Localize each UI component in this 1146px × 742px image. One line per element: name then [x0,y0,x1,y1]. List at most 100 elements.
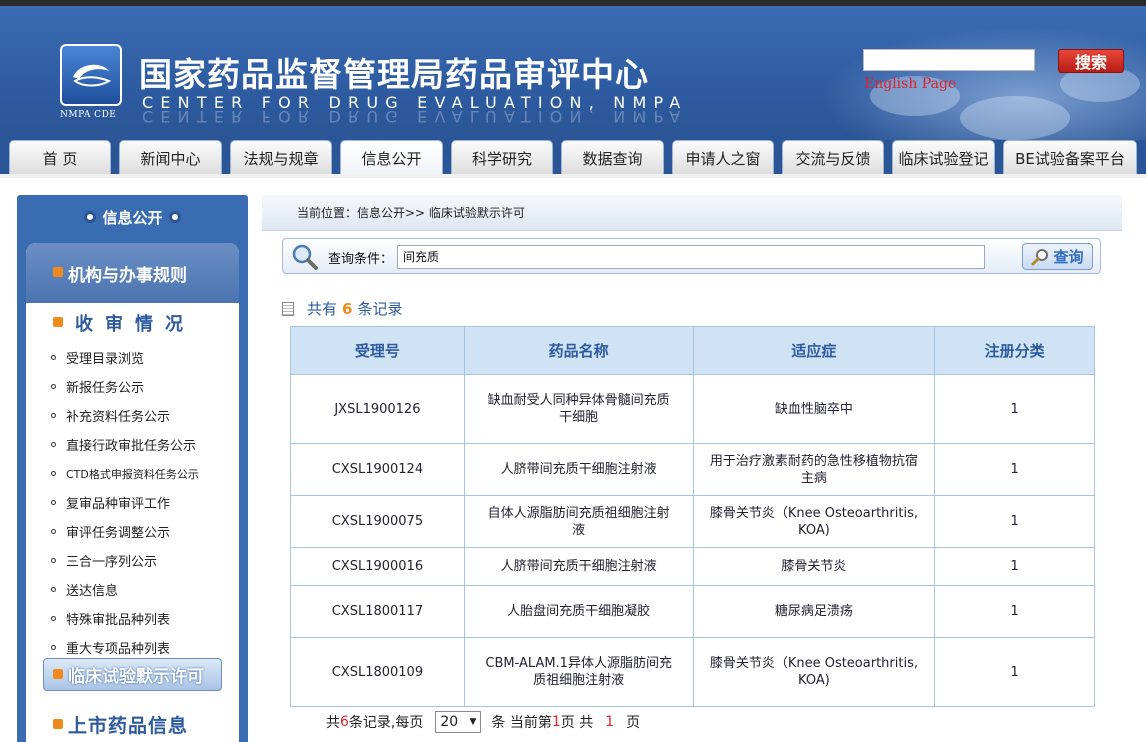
pager-text: 条 当前第 [491,715,552,731]
dropdown-arrow-icon: ▼ [469,717,477,727]
sidebar-item-label: 新报任务公示 [66,381,145,396]
cell-accept-no: CXSL1800109 [290,637,465,707]
sidebar-item-label: 直接行政审批任务公示 [66,439,197,454]
magnifier-icon [1031,248,1049,265]
sidebar-section-review[interactable]: 收审情况 [26,303,239,343]
per-page-value: 20 [440,714,459,730]
per-page-select[interactable]: 20 ▼ [435,711,482,733]
circle-bullet-icon [51,471,56,476]
cell-category: 1 [934,443,1095,496]
logo-text: NMPA CDE [60,110,117,120]
site-search-button[interactable]: 搜索 [1058,49,1124,73]
table-row[interactable]: CXSL1800109 CBM-ALAM.1异体人源脂肪间充质祖细胞注射液 膝骨… [290,637,1095,707]
nav-tab-data-query[interactable]: 数据查询 [561,140,664,176]
sidebar-item[interactable]: CTD格式申报资料任务公示 [26,459,239,488]
site-title-en-reflection: CENTER FOR DRUG EVALUATION, NMPA [142,107,688,126]
sidebar-panel: 机构与办事规则 收审情况 受理目录浏览 新报任务公示 补充资料任务公示 直接行政… [26,243,239,742]
sidebar-section-marketed-drugs[interactable]: 上市药品信息 [53,711,188,738]
sidebar-item-label: 特殊审批品种列表 [66,613,171,628]
english-page-link[interactable]: English Page [864,76,956,92]
rss-icon [53,718,63,729]
table-row[interactable]: CXSL1900075 自体人源脂肪间充质祖细胞注射液 膝骨关节炎（Knee O… [290,495,1095,548]
cell-accept-no: JXSL1900126 [290,374,465,444]
column-header-drug-name: 药品名称 [463,326,694,375]
pill-decoration [960,96,1070,140]
sidebar-item-label: 受理目录浏览 [66,352,145,367]
sidebar-item[interactable]: 审评任务调整公示 [26,517,239,546]
cell-drug-name: 人脐带间充质干细胞注射液 [463,547,694,586]
query-input[interactable]: 间充质 [397,245,985,269]
sidebar-item-label: 三合一序列公示 [66,555,158,570]
cell-drug-name: 缺血耐受人同种异体骨髓间充质干细胞 [463,374,694,444]
sidebar-title: 信息公开 [102,208,163,227]
sidebar: 信息公开 机构与办事规则 收审情况 受理目录浏览 新报任务公示 补充资料任务公示… [17,195,248,742]
pager-text: 页 [626,715,641,731]
pager-text: 共 [326,715,340,731]
site-header: NMPA CDE 国家药品监督管理局药品审评中心 CENTER FOR DRUG… [0,6,1146,140]
sidebar-item-label: 送达信息 [66,584,119,599]
breadcrumb: 当前位置：信息公开>> 临床试验默示许可 [262,195,1122,231]
sidebar-item[interactable]: 受理目录浏览 [26,343,239,372]
site-title-cn: 国家药品监督管理局药品审评中心 [139,55,649,94]
sidebar-item[interactable]: 三合一序列公示 [26,546,239,575]
cell-accept-no: CXSL1900016 [290,547,465,586]
sidebar-item[interactable]: 送达信息 [26,575,239,604]
count-number: 6 [342,299,353,318]
sidebar-section-label: 收审情况 [75,314,195,335]
count-suffix: 条记录 [357,300,403,318]
cell-accept-no: CXSL1800117 [290,585,465,638]
rss-icon [53,668,63,679]
pager-text: 页 共 [560,715,594,731]
table-row[interactable]: CXSL1900016 人脐带间充质干细胞注射液 膝骨关节炎 1 [290,547,1095,586]
table-row[interactable]: CXSL1800117 人胎盘间充质干细胞凝胶 糖尿病足溃疡 1 [290,585,1095,638]
table-row[interactable]: JXSL1900126 缺血耐受人同种异体骨髓间充质干细胞 缺血性脑卒中 1 [290,374,1095,444]
nav-tab-regulations[interactable]: 法规与规章 [230,140,332,176]
sidebar-item-label: CTD格式申报资料任务公示 [66,467,199,481]
cell-indication: 膝骨关节炎（Knee Osteoarthritis, KOA) [692,637,936,707]
document-icon [282,301,294,316]
cell-accept-no: CXSL1900124 [290,443,465,496]
nav-tab-research[interactable]: 科学研究 [451,140,553,176]
sidebar-item[interactable]: 直接行政审批任务公示 [26,430,239,459]
sidebar-section-institution[interactable]: 机构与办事规则 [26,243,239,303]
sidebar-item[interactable]: 特殊审批品种列表 [26,604,239,633]
results-table: 受理号 药品名称 适应症 注册分类 JXSL1900126 缺血耐受人同种异体骨… [290,326,1095,707]
pager-total: 6 [340,714,349,730]
cell-indication: 膝骨关节炎 [692,547,936,586]
nav-tab-clinical-registration[interactable]: 临床试验登记 [892,140,995,176]
circle-bullet-icon [51,529,56,534]
cell-category: 1 [934,585,1095,638]
sidebar-item-label: 补充资料任务公示 [66,410,171,425]
nav-underline [0,174,1146,178]
sidebar-item-clinical-trial-implied-approval[interactable]: 临床试验默示许可 [43,658,222,691]
column-header-accept-no: 受理号 [290,326,465,375]
column-header-indication: 适应症 [692,326,936,375]
sidebar-section-label: 上市药品信息 [68,715,189,737]
cell-indication: 糖尿病足溃疡 [692,585,936,638]
table-header-row: 受理号 药品名称 适应症 注册分类 [290,326,1095,375]
main-nav: 首 页 新闻中心 法规与规章 信息公开 科学研究 数据查询 申请人之窗 交流与反… [0,140,1146,176]
site-logo[interactable]: NMPA CDE [60,44,126,124]
nav-tab-news[interactable]: 新闻中心 [119,140,222,176]
sidebar-item[interactable]: 复审品种审评工作 [26,488,239,517]
cell-drug-name: 人胎盘间充质干细胞凝胶 [463,585,694,638]
cell-category: 1 [934,547,1095,586]
logo-mark-icon [60,44,122,106]
sidebar-list: 受理目录浏览 新报任务公示 补充资料任务公示 直接行政审批任务公示 CTD格式申… [26,343,239,662]
count-prefix: 共有 [307,300,338,318]
nav-tab-feedback[interactable]: 交流与反馈 [782,140,884,176]
circle-bullet-icon [51,442,56,447]
table-row[interactable]: CXSL1900124 人脐带间充质干细胞注射液 用于治疗激素耐药的急性移植物抗… [290,443,1095,496]
nav-tab-info-disclosure[interactable]: 信息公开 [340,140,443,176]
site-search-input[interactable] [863,49,1035,71]
sidebar-item-label: 重大专项品种列表 [66,642,171,657]
nav-tab-home[interactable]: 首 页 [9,140,111,176]
query-button-label: 查询 [1053,248,1084,266]
nav-tab-be-platform[interactable]: BE试验备案平台 [1003,140,1137,176]
nav-tab-applicant[interactable]: 申请人之窗 [672,140,774,176]
cell-indication: 缺血性脑卒中 [692,374,936,444]
sidebar-item[interactable]: 补充资料任务公示 [26,401,239,430]
bullet-icon [84,211,97,223]
sidebar-item[interactable]: 新报任务公示 [26,372,239,401]
query-button[interactable]: 查询 [1022,243,1093,270]
